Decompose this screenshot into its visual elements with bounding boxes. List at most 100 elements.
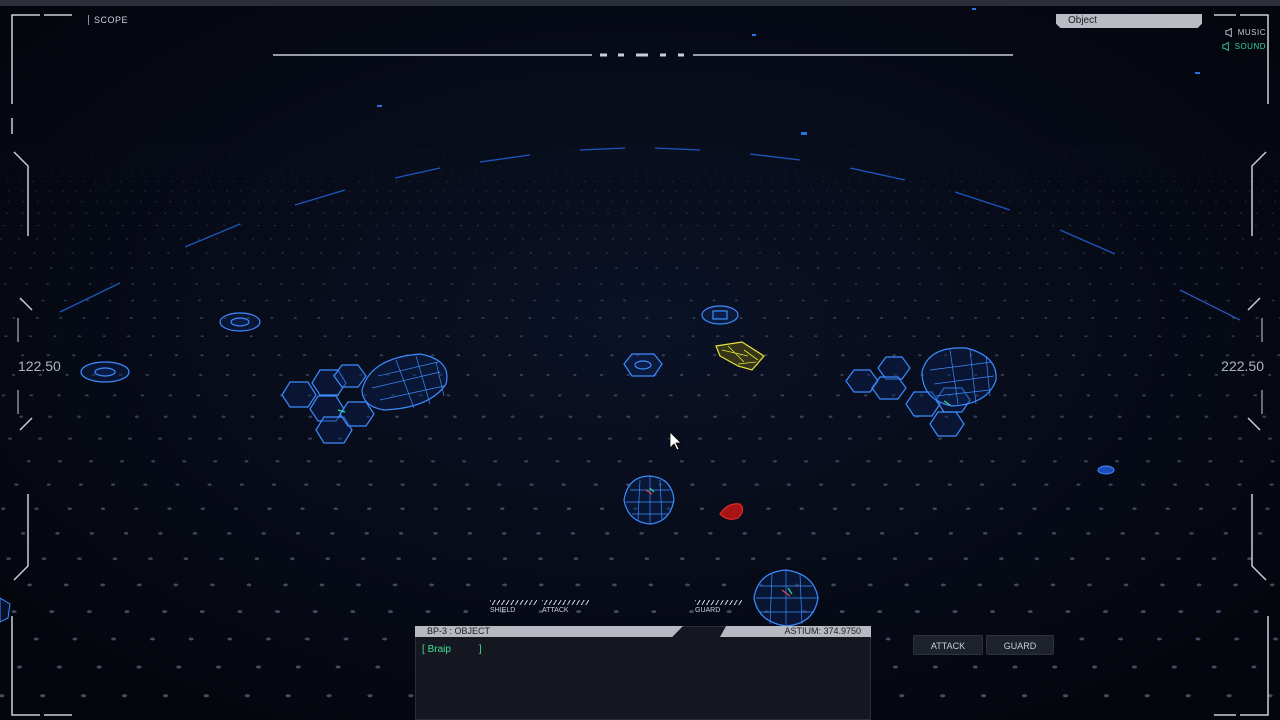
floor-dot bbox=[929, 151, 932, 152]
floor-dot bbox=[377, 154, 379, 156]
floor-dot bbox=[195, 282, 198, 285]
floor-dot bbox=[990, 159, 992, 161]
floor-dot bbox=[377, 238, 381, 240]
floor-dot bbox=[582, 159, 584, 161]
floor-dot bbox=[218, 437, 222, 440]
music-toggle[interactable]: MUSIC bbox=[1225, 28, 1266, 37]
floor-dot bbox=[426, 154, 428, 156]
floor-dot bbox=[192, 159, 195, 161]
guard-label: GUARD bbox=[695, 607, 721, 614]
floor-dot bbox=[382, 637, 388, 641]
floor-dot bbox=[1017, 165, 1020, 167]
floor-dot bbox=[485, 238, 489, 240]
pad-left-near[interactable] bbox=[80, 361, 130, 383]
floor-dot bbox=[242, 299, 246, 302]
attack-button[interactable]: ATTACK bbox=[913, 635, 983, 655]
floor-dot bbox=[370, 181, 373, 183]
floor-dot bbox=[119, 172, 122, 174]
floor-dot bbox=[470, 335, 474, 338]
floor-dot bbox=[1198, 507, 1204, 511]
sound-toggle[interactable]: SOUND bbox=[1222, 42, 1266, 51]
floor-dot bbox=[828, 212, 831, 214]
floor-dot bbox=[410, 154, 412, 156]
floor-dot bbox=[253, 190, 256, 192]
floor-dot bbox=[300, 252, 304, 254]
floor-dot bbox=[702, 151, 705, 152]
floor-dot bbox=[586, 252, 590, 254]
floor-dot bbox=[1143, 149, 1145, 151]
floor-dot bbox=[1071, 354, 1076, 357]
floor-dot bbox=[836, 267, 840, 269]
floor-dot bbox=[271, 165, 274, 167]
game-viewport[interactable] bbox=[0, 0, 1280, 720]
floor-dot bbox=[230, 154, 232, 156]
pad-right-small[interactable] bbox=[1097, 465, 1115, 475]
floor-dot bbox=[1184, 317, 1189, 319]
object-dropdown[interactable]: Object bbox=[1056, 14, 1202, 28]
floor-dot bbox=[612, 172, 614, 174]
floor-dot bbox=[566, 172, 569, 174]
floor-dot bbox=[654, 212, 657, 214]
floor-dot bbox=[1105, 154, 1108, 156]
floor-dot bbox=[171, 151, 173, 152]
floor-dot bbox=[107, 151, 109, 152]
floor-dot bbox=[337, 460, 342, 463]
floor-dot bbox=[158, 437, 162, 440]
floor-dot bbox=[6, 181, 9, 183]
dome-center[interactable] bbox=[623, 475, 675, 525]
pad-left-far[interactable] bbox=[219, 312, 261, 332]
floor-dot bbox=[546, 373, 550, 376]
floor-dot bbox=[140, 154, 142, 156]
floor-dot bbox=[68, 437, 72, 440]
floor-dot bbox=[625, 201, 628, 203]
floor-dot bbox=[153, 172, 156, 174]
floor-dot bbox=[1249, 299, 1253, 302]
floor-dot bbox=[724, 394, 729, 397]
floor-dot bbox=[758, 252, 762, 254]
floor-dot bbox=[981, 149, 983, 151]
floor-dot bbox=[680, 172, 683, 174]
floor-dot bbox=[263, 151, 265, 152]
floor-dot bbox=[1198, 181, 1201, 183]
floor-dot bbox=[1101, 149, 1103, 151]
shield-ability[interactable]: SHIELD bbox=[490, 600, 538, 614]
attack-ability[interactable]: ATTACK bbox=[542, 600, 590, 614]
floor-dot bbox=[1119, 224, 1122, 227]
floor-dot bbox=[58, 154, 60, 156]
floor-dot bbox=[1142, 151, 1144, 152]
floor-dot bbox=[458, 437, 462, 440]
floor-dot bbox=[961, 335, 965, 338]
floor-dot bbox=[1185, 201, 1188, 203]
floor-dot bbox=[446, 394, 451, 397]
floor-dot bbox=[590, 154, 592, 156]
floor-dot bbox=[1064, 151, 1066, 152]
floor-dot bbox=[481, 317, 485, 319]
attack-meter bbox=[542, 600, 590, 605]
floor-dot bbox=[107, 154, 109, 156]
floor-dot bbox=[860, 212, 863, 214]
floor-dot bbox=[730, 159, 733, 161]
floor-dot bbox=[270, 151, 272, 152]
floor-dot bbox=[67, 507, 72, 511]
floor-dot bbox=[262, 252, 265, 254]
floor-dot bbox=[358, 181, 360, 183]
floor-dot bbox=[451, 172, 454, 174]
pad-center-top[interactable] bbox=[701, 305, 739, 325]
floor-dot bbox=[1144, 212, 1147, 214]
floor-dot bbox=[458, 181, 461, 183]
guard-ability[interactable]: GUARD bbox=[695, 600, 743, 614]
unit-list-item[interactable]: [ Braip] bbox=[422, 644, 482, 655]
floor-dot bbox=[376, 151, 378, 152]
floor-dot bbox=[287, 299, 291, 302]
floor-dot bbox=[612, 583, 617, 587]
floor-dot bbox=[1048, 181, 1050, 183]
floor-dot bbox=[1068, 224, 1071, 227]
floor-dot bbox=[655, 154, 658, 156]
pad-center[interactable] bbox=[623, 353, 663, 377]
floor-dot bbox=[481, 415, 486, 418]
floor-dot bbox=[1159, 299, 1163, 302]
floor-dot bbox=[841, 354, 845, 357]
floor-dot bbox=[726, 172, 729, 174]
floor-dot bbox=[786, 317, 790, 319]
guard-button[interactable]: GUARD bbox=[986, 635, 1054, 655]
